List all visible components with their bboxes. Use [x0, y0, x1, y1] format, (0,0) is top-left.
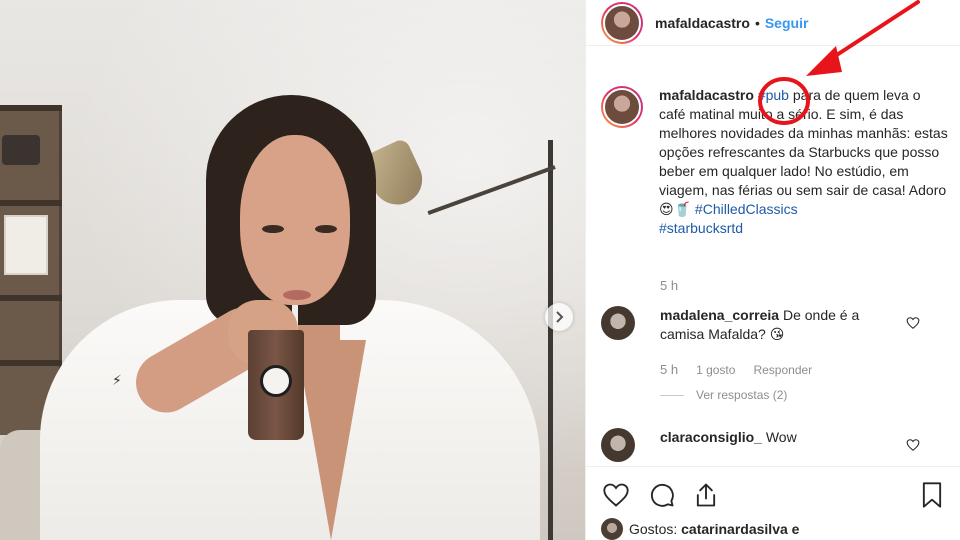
comment-text: madalena_correia De onde é a camisa Mafa… — [660, 306, 905, 344]
comment-text: claraconsiglio_ Wow — [660, 428, 905, 462]
comment-icon[interactable] — [648, 481, 676, 509]
share-icon[interactable] — [692, 481, 720, 509]
comment-body: Wow — [761, 429, 797, 445]
comment-like-heart-icon[interactable] — [906, 316, 920, 330]
chevron-right-icon — [556, 311, 564, 323]
caption-body: para de quem leva o café matinal muito a… — [659, 87, 948, 217]
replies-line — [660, 394, 684, 396]
likes-label: Gostos: — [629, 521, 678, 537]
caption-username[interactable]: mafaldacastro — [659, 87, 754, 103]
lips — [283, 290, 311, 300]
liker-avatar[interactable] — [601, 518, 623, 540]
hashtag-starbucksrtd[interactable]: #starbucksrtd — [659, 220, 743, 236]
caption-timestamp[interactable]: 5 h — [660, 278, 678, 293]
commenter-avatar[interactable] — [601, 306, 635, 340]
heart-icon[interactable] — [602, 481, 630, 509]
comment-item: claraconsiglio_ Wow — [601, 428, 951, 462]
post-photo[interactable]: ⚡ — [0, 0, 585, 540]
face — [240, 135, 350, 305]
commenter-username[interactable]: claraconsiglio_ — [660, 429, 762, 445]
hashtag-chilledclassics[interactable]: #ChilledClassics — [695, 201, 798, 217]
next-photo-button[interactable] — [545, 303, 573, 331]
post-sidebar: mafaldacastro • Seguir mafaldacastro #pu… — [585, 0, 960, 540]
commenter-username[interactable]: madalena_correia — [660, 307, 779, 323]
comment-meta: 5 h 1 gosto Responder — [660, 362, 812, 377]
author-avatar[interactable] — [601, 1, 643, 44]
comment-likes-count[interactable]: 1 gosto — [696, 363, 735, 377]
left-eye — [262, 225, 284, 233]
caption-avatar[interactable] — [601, 86, 643, 128]
tattoo: ⚡ — [112, 372, 122, 388]
bookmark-icon[interactable] — [918, 481, 946, 509]
post-caption: mafaldacastro #pub para de quem leva o c… — [601, 86, 951, 238]
author-username[interactable]: mafaldacastro — [655, 15, 750, 31]
likes-summary: Gostos: catarinardasilva e — [601, 518, 799, 540]
separator-dot: • — [754, 14, 760, 31]
post-header: mafaldacastro • Seguir — [586, 0, 960, 46]
right-eye — [315, 225, 337, 233]
reply-button[interactable]: Responder — [753, 363, 812, 377]
comment-item: madalena_correia De onde é a camisa Mafa… — [601, 306, 951, 344]
action-bar — [586, 466, 960, 522]
view-replies-label: Ver respostas (2) — [696, 388, 788, 402]
starbucks-logo-icon — [260, 365, 292, 397]
follow-button[interactable]: Seguir — [765, 15, 809, 31]
comment-like-heart-icon[interactable] — [906, 438, 920, 452]
caption-text: mafaldacastro #pub para de quem leva o c… — [659, 86, 949, 238]
view-replies-button[interactable]: Ver respostas (2) — [660, 388, 787, 402]
comment-timestamp[interactable]: 5 h — [660, 362, 678, 377]
starbucks-cup — [248, 330, 304, 440]
liker-username[interactable]: catarinardasilva e — [681, 521, 799, 537]
lamp-pole — [548, 140, 553, 540]
commenter-avatar[interactable] — [601, 428, 635, 462]
hashtag-pub[interactable]: #pub — [758, 87, 789, 103]
